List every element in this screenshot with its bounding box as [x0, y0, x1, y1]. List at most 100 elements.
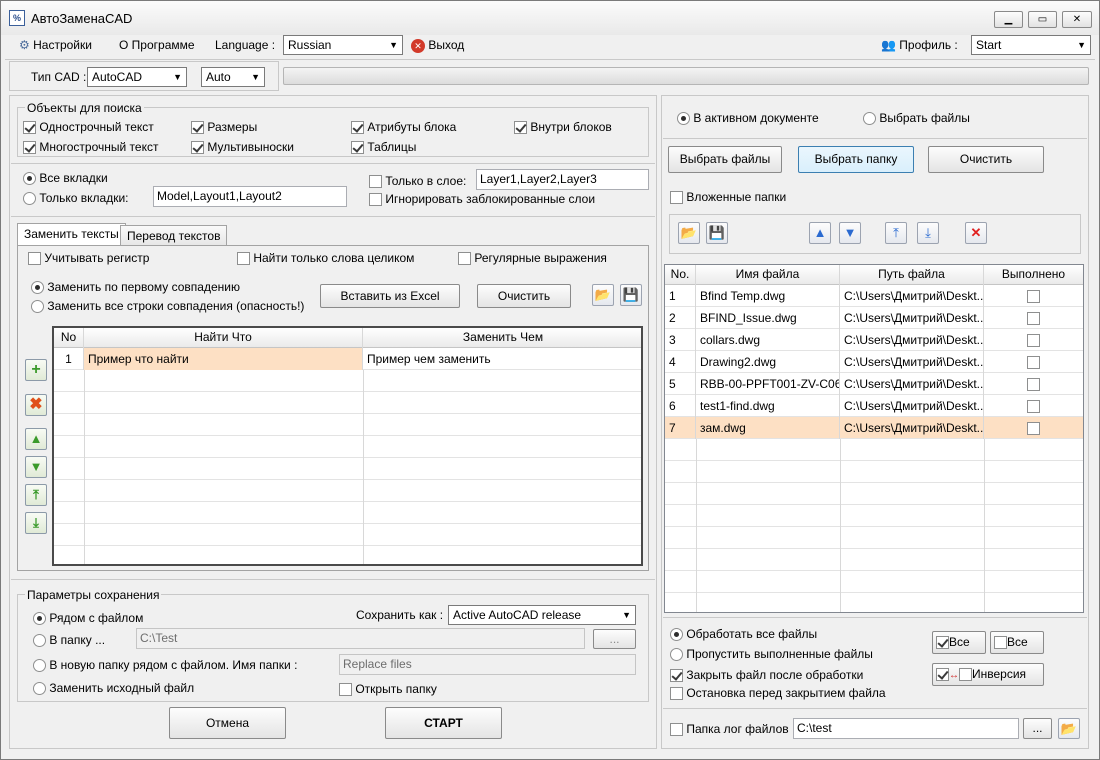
move-top-icon[interactable]: ⤒ — [25, 484, 47, 506]
cad-type-select[interactable]: AutoCAD ▼ — [87, 67, 187, 87]
radio-all-tabs[interactable]: Все вкладки — [23, 171, 108, 186]
checkbox[interactable] — [369, 175, 382, 189]
checkbox[interactable] — [514, 121, 527, 135]
table-row[interactable]: 3 collars.dwg C:\Users\Дмитрий\Deskt... — [665, 329, 1083, 351]
select-files-button[interactable]: Выбрать файлы — [668, 146, 782, 173]
checkbox[interactable] — [670, 191, 683, 205]
maximize-button[interactable]: ▭ — [1028, 11, 1057, 28]
table-row[interactable]: 7 зам.dwg C:\Users\Дмитрий\Deskt... — [665, 417, 1083, 439]
checkbox[interactable] — [670, 723, 683, 737]
radio[interactable] — [33, 682, 46, 696]
checkbox[interactable] — [191, 141, 204, 155]
move-up-icon[interactable]: ▲ — [25, 428, 47, 450]
radio-to-folder[interactable]: В папку ... — [33, 633, 105, 648]
radio-all-matches[interactable]: Заменить все строки совпадения (опасност… — [31, 299, 304, 314]
check-tables[interactable]: Таблицы — [351, 140, 416, 155]
profile-select[interactable]: Start ▼ — [971, 35, 1091, 55]
folder-browse-button[interactable]: ... — [593, 629, 636, 649]
clear-files-button[interactable]: Очистить — [928, 146, 1044, 173]
checkbox[interactable] — [670, 669, 683, 683]
check-block-attributes[interactable]: Атрибуты блока — [351, 120, 456, 135]
move-bottom-icon[interactable]: ⤓ — [25, 512, 47, 534]
menu-settings[interactable]: ⚙ Настройки — [19, 38, 92, 52]
radio[interactable] — [23, 172, 36, 186]
done-checkbox[interactable] — [1027, 334, 1040, 348]
check-dimensions[interactable]: Размеры — [191, 120, 257, 135]
radio[interactable] — [31, 281, 44, 295]
done-checkbox[interactable] — [1027, 400, 1040, 414]
select-folder-button[interactable]: Выбрать папку — [798, 146, 914, 173]
table-row[interactable]: 1 Bfind Temp.dwg C:\Users\Дмитрий\Deskt... — [665, 285, 1083, 307]
check-regex[interactable]: Регулярные выражения — [458, 251, 607, 266]
save-as-select[interactable]: Active AutoCAD release ▼ — [448, 605, 636, 625]
uncheck-all-button[interactable]: Все — [990, 631, 1044, 654]
checkbox[interactable] — [339, 683, 352, 697]
check-multileaders[interactable]: Мультивыноски — [191, 140, 294, 155]
checkbox[interactable] — [351, 121, 364, 135]
done-checkbox[interactable] — [1027, 356, 1040, 370]
radio-next-to-file[interactable]: Рядом с файлом — [33, 611, 143, 626]
radio-only-tabs[interactable]: Только вкладки: — [23, 191, 129, 206]
open-folder-icon[interactable]: 📂 — [678, 222, 700, 244]
done-checkbox[interactable] — [1027, 312, 1040, 326]
cancel-button[interactable]: Отмена — [169, 707, 286, 739]
move-down-icon[interactable]: ▼ — [25, 456, 47, 478]
tab-translate-texts[interactable]: Перевод текстов — [120, 225, 228, 246]
radio-select-files[interactable]: Выбрать файлы — [863, 111, 970, 126]
move-down-icon[interactable]: ▼ — [839, 222, 861, 244]
check-inside-blocks[interactable]: Внутри блоков — [514, 120, 612, 135]
check-match-case[interactable]: Учитывать регистр — [28, 251, 149, 266]
move-bottom-icon[interactable]: ⤓ — [917, 222, 939, 244]
radio-active-document[interactable]: В активном документе — [677, 111, 819, 126]
menu-exit[interactable]: ✕ Выход — [411, 38, 464, 53]
table-row[interactable]: 4 Drawing2.dwg C:\Users\Дмитрий\Deskt... — [665, 351, 1083, 373]
only-layer-input[interactable]: Layer1,Layer2,Layer3 — [476, 169, 649, 190]
open-folder-icon[interactable]: 📂 — [592, 284, 614, 306]
find-cell[interactable]: Пример что найти — [84, 348, 363, 370]
checkbox[interactable] — [191, 121, 204, 135]
new-folder-input[interactable]: Replace files — [339, 654, 636, 675]
radio-replace-source[interactable]: Заменить исходный файл — [33, 681, 194, 696]
replace-cell[interactable]: Пример чем заменить — [363, 348, 641, 370]
save-icon[interactable]: 💾 — [620, 284, 642, 306]
table-row[interactable]: 5 RBB-00-PPFT001-ZV-C06-... C:\Users\Дмитр… — [665, 373, 1083, 395]
only-tabs-input[interactable]: Model,Layout1,Layout2 — [153, 186, 347, 207]
language-select[interactable]: Russian ▼ — [283, 35, 403, 55]
checkbox[interactable] — [351, 141, 364, 155]
save-icon[interactable]: 💾 — [706, 222, 728, 244]
check-close-after[interactable]: Закрыть файл после обработки — [670, 668, 863, 683]
radio[interactable] — [670, 628, 683, 642]
checkbox[interactable] — [458, 252, 471, 266]
clear-replace-button[interactable]: Очистить — [477, 284, 571, 308]
done-checkbox[interactable] — [1027, 422, 1040, 436]
table-row[interactable]: 2 BFIND_Issue.dwg C:\Users\Дмитрий\Deskt..… — [665, 307, 1083, 329]
check-ignore-locked[interactable]: Игнорировать заблокированные слои — [369, 192, 595, 207]
delete-row-icon[interactable]: ✖ — [25, 394, 47, 416]
check-only-layer[interactable]: Только в слое: — [369, 174, 466, 189]
radio[interactable] — [23, 192, 36, 206]
check-all-button[interactable]: Все — [932, 631, 986, 654]
radio-first-match[interactable]: Заменить по первому совпадению — [31, 280, 240, 295]
add-row-icon[interactable]: + — [25, 359, 47, 381]
invert-button[interactable]: ↔ Инверсия — [932, 663, 1044, 686]
radio[interactable] — [33, 634, 46, 648]
open-folder-icon[interactable]: 📂 — [1058, 718, 1080, 739]
log-browse-button[interactable]: ... — [1023, 718, 1052, 739]
folder-input[interactable]: C:\Test — [136, 628, 585, 649]
radio[interactable] — [33, 612, 46, 626]
checkbox[interactable] — [369, 193, 382, 207]
start-button[interactable]: СТАРТ — [385, 707, 502, 739]
check-multiline-text[interactable]: Многострочный текст — [23, 140, 158, 155]
checkbox[interactable] — [237, 252, 250, 266]
checkbox[interactable] — [23, 141, 36, 155]
tab-replace-texts[interactable]: Заменить тексты — [17, 223, 126, 246]
radio[interactable] — [863, 112, 876, 126]
radio[interactable] — [677, 112, 690, 126]
check-stop-before-close[interactable]: Остановка перед закрытием файла — [670, 686, 886, 701]
menu-about[interactable]: О Программе — [119, 38, 195, 52]
delete-icon[interactable]: ✕ — [965, 222, 987, 244]
close-button[interactable]: ✕ — [1062, 11, 1092, 28]
table-row[interactable]: 1 Пример что найти Пример чем заменить — [54, 348, 641, 370]
mode-select[interactable]: Auto ▼ — [201, 67, 265, 87]
check-open-folder[interactable]: Открыть папку — [339, 682, 437, 697]
